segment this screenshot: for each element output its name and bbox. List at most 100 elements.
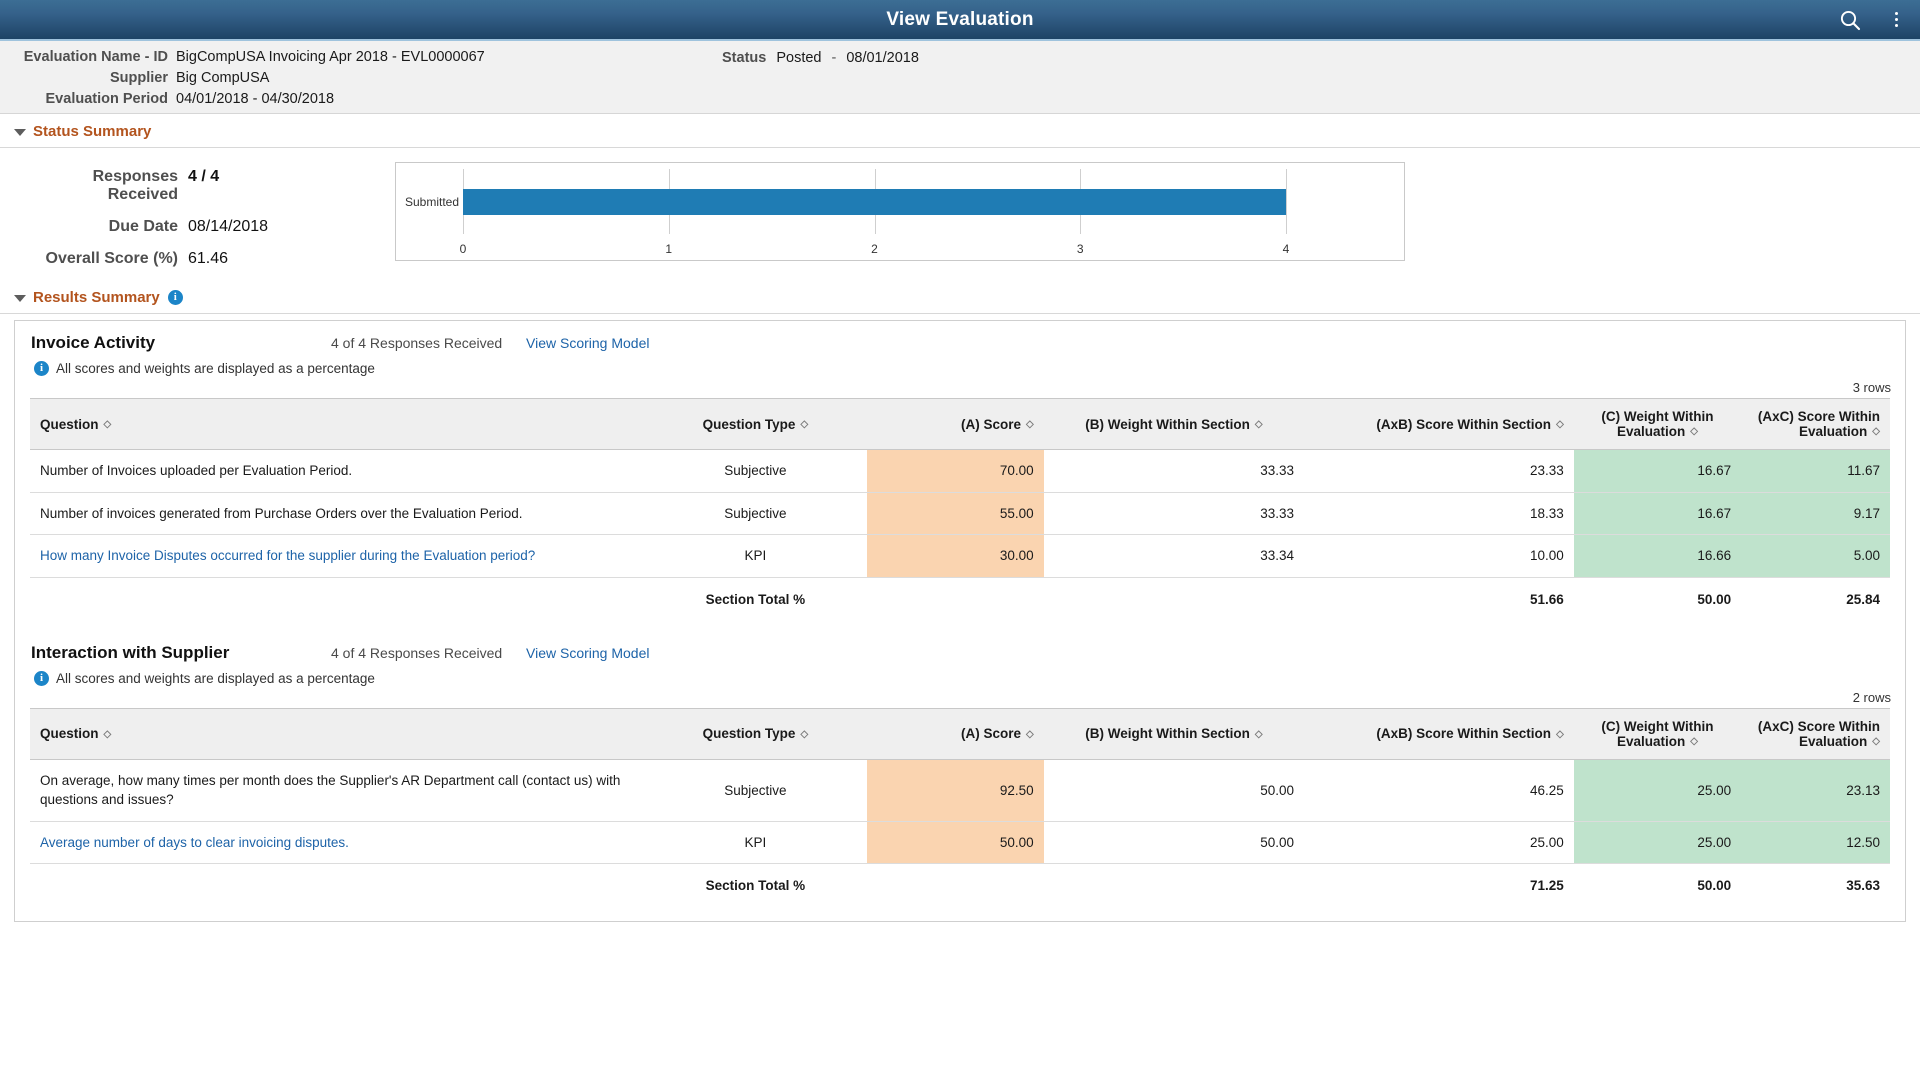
total-spacer-2 [867,577,1044,613]
question-link[interactable]: How many Invoice Disputes occurred for t… [40,548,535,563]
total-spacer-3 [1044,577,1304,613]
column-header-label: Question Type [703,726,796,741]
sort-toggle-icon[interactable]: ◇ [1872,737,1880,747]
column-header-label: (B) Weight Within Section [1085,726,1250,741]
evaluation-period-label: Evaluation Period [8,91,168,107]
search-icon[interactable] [1836,6,1864,34]
cell-weight-c: 16.67 [1574,450,1741,493]
results-card: Invoice Activity4 of 4 Responses Receive… [14,320,1906,922]
sort-toggle-icon[interactable]: ◇ [1690,737,1698,747]
cell-score-axc: 9.17 [1741,492,1890,535]
chart-x-tick-label: 1 [665,242,672,256]
column-header-weight_b[interactable]: (B) Weight Within Section ◇ [1044,708,1304,759]
cell-score-axb: 46.25 [1304,759,1574,821]
table-row: Number of Invoices uploaded per Evaluati… [30,450,1890,493]
section-title-row: Invoice Activity4 of 4 Responses Receive… [15,321,1905,353]
status-summary-body: Responses Received 4 / 4 Due Date 08/14/… [0,148,1920,280]
responses-received-label: Responses Received [18,168,178,204]
cell-question-type: KPI [644,535,867,578]
percentage-note: iAll scores and weights are displayed as… [15,663,1905,686]
cell-score-axb: 18.33 [1304,492,1574,535]
column-header-label: (AxB) Score Within Section [1376,726,1551,741]
percentage-note: iAll scores and weights are displayed as… [15,353,1905,376]
table-header-row: Question◇Question Type◇(A) Score◇(B) Wei… [30,708,1890,759]
sort-toggle-icon[interactable]: ◇ [1556,420,1564,430]
kebab-menu-icon[interactable] [1882,6,1910,34]
column-header-weight_c[interactable]: (C) Weight Within Evaluation◇ [1574,708,1741,759]
row-count: 3 rows [15,376,1905,398]
sort-toggle-icon[interactable]: ◇ [800,420,808,430]
column-header-label: (A) Score [961,417,1021,432]
cell-weight-c: 25.00 [1574,821,1741,864]
responses-received-value: 4 / 4 [188,168,390,204]
sort-toggle-icon[interactable]: ◇ [104,420,112,430]
view-scoring-model-link[interactable]: View Scoring Model [526,645,649,661]
chevron-down-icon[interactable] [14,295,26,302]
chevron-down-icon[interactable] [14,129,26,136]
results-summary-header[interactable]: Results Summary i [0,280,1920,314]
cell-weight-b: 33.34 [1044,535,1304,578]
column-header-question[interactable]: Question◇ [30,708,644,759]
sort-toggle-icon[interactable]: ◇ [1872,427,1880,437]
chart-plot-area: 01234Submitted [463,169,1286,234]
total-score-axc: 35.63 [1741,864,1890,900]
cell-question-type: KPI [644,821,867,864]
cell-weight-c: 25.00 [1574,759,1741,821]
sort-toggle-icon[interactable]: ◇ [1026,420,1034,430]
column-header-score_axc[interactable]: (AxC) Score Within Evaluation◇ [1741,708,1890,759]
column-header-question[interactable]: Question◇ [30,399,644,450]
cell-question-type: Subjective [644,759,867,821]
section-total-label: Section Total % [644,577,867,613]
percentage-note-text: All scores and weights are displayed as … [56,671,375,686]
cell-weight-c: 16.67 [1574,492,1741,535]
sort-toggle-icon[interactable]: ◇ [1255,730,1263,740]
supplier-label: Supplier [8,70,168,86]
evaluation-header: Evaluation Name - ID BigCompUSA Invoicin… [0,41,1920,114]
total-score-axc: 25.84 [1741,577,1890,613]
cell-score-axc: 23.13 [1741,759,1890,821]
column-header-weight_c[interactable]: (C) Weight Within Evaluation◇ [1574,399,1741,450]
column-header-score_axc[interactable]: (AxC) Score Within Evaluation◇ [1741,399,1890,450]
sort-toggle-icon[interactable]: ◇ [800,730,808,740]
overall-score-value: 61.46 [188,250,390,268]
status-summary-fields: Responses Received 4 / 4 Due Date 08/14/… [0,162,390,268]
table-row: Number of invoices generated from Purcha… [30,492,1890,535]
column-header-score_a[interactable]: (A) Score◇ [867,708,1044,759]
results-section: Interaction with Supplier4 of 4 Response… [15,631,1905,900]
column-header-label: (B) Weight Within Section [1085,417,1250,432]
evaluation-period-value: 04/01/2018 - 04/30/2018 [176,91,820,107]
column-header-question_type[interactable]: Question Type ◇ [644,399,867,450]
cell-score-axc: 11.67 [1741,450,1890,493]
chart-bar-submitted[interactable] [463,189,1286,215]
sort-toggle-icon[interactable]: ◇ [1026,730,1034,740]
sort-toggle-icon[interactable]: ◇ [1255,420,1263,430]
column-header-score_axb[interactable]: (AxB) Score Within Section ◇ [1304,708,1574,759]
sort-toggle-icon[interactable]: ◇ [1690,427,1698,437]
total-spacer-3 [1044,864,1304,900]
cell-weight-b: 33.33 [1044,492,1304,535]
column-header-score_axb[interactable]: (AxB) Score Within Section ◇ [1304,399,1574,450]
cell-score-a: 55.00 [867,492,1044,535]
status-block: Status Posted - 08/01/2018 [722,50,919,66]
cell-question: Number of invoices generated from Purcha… [30,492,644,535]
results-table: Question◇Question Type◇(A) Score◇(B) Wei… [30,398,1890,613]
cell-weight-b: 50.00 [1044,821,1304,864]
column-header-weight_b[interactable]: (B) Weight Within Section ◇ [1044,399,1304,450]
column-header-label: (AxC) Score Within Evaluation [1758,719,1880,749]
column-header-question_type[interactable]: Question Type ◇ [644,708,867,759]
cell-question[interactable]: How many Invoice Disputes occurred for t… [30,535,644,578]
info-icon[interactable]: i [168,290,183,305]
cell-score-a: 30.00 [867,535,1044,578]
column-header-label: Question Type [703,417,796,432]
column-header-label: (AxB) Score Within Section [1376,417,1551,432]
question-link[interactable]: Average number of days to clear invoicin… [40,835,349,850]
column-header-label: (AxC) Score Within Evaluation [1758,409,1880,439]
view-scoring-model-link[interactable]: View Scoring Model [526,335,649,351]
column-header-score_a[interactable]: (A) Score ◇ [867,399,1044,450]
status-date: 08/01/2018 [846,50,919,66]
section-spacer [15,613,1905,631]
sort-toggle-icon[interactable]: ◇ [104,730,112,740]
sort-toggle-icon[interactable]: ◇ [1556,730,1564,740]
cell-question[interactable]: Average number of days to clear invoicin… [30,821,644,864]
status-summary-header[interactable]: Status Summary [0,114,1920,148]
